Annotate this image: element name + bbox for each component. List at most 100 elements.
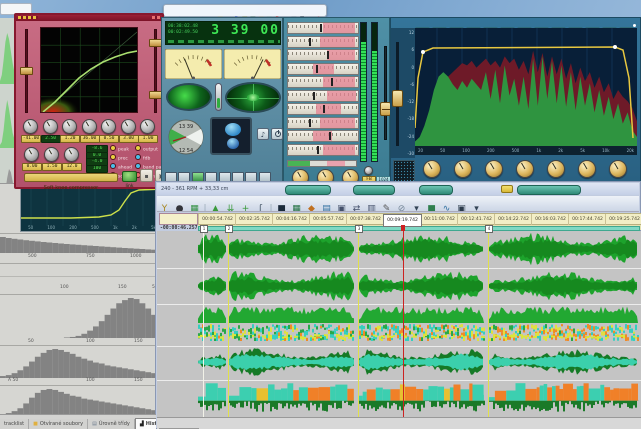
timeline-ruler[interactable]: 00:00:54.74200:02:35.74200:04:16.74200:0… <box>198 213 641 225</box>
eq-fader-handle[interactable] <box>392 90 403 107</box>
playhead[interactable] <box>403 231 404 417</box>
master-fader-track[interactable] <box>384 46 387 140</box>
mute-icon[interactable]: ⊘ <box>394 202 409 212</box>
slider-pointer[interactable] <box>309 119 311 127</box>
eq-knob[interactable] <box>547 160 565 178</box>
edit-icon[interactable]: ✎ <box>379 202 394 212</box>
eq-knob[interactable] <box>609 160 627 178</box>
slider-pointer[interactable] <box>316 65 318 73</box>
timeline-timestamp[interactable]: 00:04:16.742 <box>272 214 310 225</box>
band-slider[interactable] <box>287 103 359 115</box>
dropdown-caret-icon[interactable]: ▾ <box>469 202 484 212</box>
import-icon[interactable]: ▲ <box>208 202 223 212</box>
waveform-track-3[interactable] <box>157 305 641 341</box>
compressor-knob[interactable] <box>62 119 77 134</box>
display-icon[interactable]: ■ <box>274 202 289 212</box>
waveform-track-4[interactable] <box>157 347 641 377</box>
editor-titlebar[interactable]: 240 - 361 RPM + 33,33 cm <box>157 183 639 195</box>
waveform-track-1[interactable] <box>157 231 641 267</box>
compressor-titlebar[interactable] <box>16 15 162 21</box>
slider-pointer[interactable] <box>331 78 333 86</box>
compressor-knob[interactable] <box>82 119 97 134</box>
eq-knob[interactable] <box>423 160 441 178</box>
compressor-knob[interactable] <box>101 119 116 134</box>
compressor-knob[interactable] <box>121 119 136 134</box>
level-pill[interactable] <box>215 83 222 111</box>
band-slider[interactable] <box>287 49 359 61</box>
playhead-marker[interactable] <box>401 225 405 231</box>
timeline-marker[interactable]: 4 <box>485 225 493 233</box>
integral-tool-icon[interactable]: ʃ <box>253 202 268 212</box>
waveform-view-icon[interactable]: ▦ <box>289 202 304 212</box>
radio-option[interactable]: peak <box>110 145 132 154</box>
add-icon[interactable]: + <box>238 202 253 212</box>
clock-knob[interactable]: 13 3912 54 <box>167 118 205 156</box>
editor-button-1[interactable] <box>285 185 331 195</box>
panel-tab-otv-ran-soubory[interactable]: ■Otvírané soubory <box>29 419 88 429</box>
slider-pointer[interactable] <box>327 51 329 59</box>
close-icon[interactable] <box>152 16 160 19</box>
eq-knob[interactable] <box>578 160 596 178</box>
grid-view-icon[interactable]: ▦ <box>187 202 202 212</box>
track-area[interactable] <box>157 231 641 417</box>
timeline-timestamp[interactable]: 00:16:03.742 <box>531 214 569 225</box>
timeline-timestamp[interactable]: 00:17:44.742 <box>568 214 606 225</box>
record-icon[interactable]: ● <box>172 202 187 212</box>
preset-name-bar[interactable]: Soft knee compressor <box>24 173 118 182</box>
slider-pointer[interactable] <box>323 105 325 113</box>
mini-knob[interactable] <box>364 166 373 175</box>
timeline-timestamp[interactable]: 00:12:41.742 <box>457 214 495 225</box>
input-slider-handle[interactable] <box>20 67 33 75</box>
fork-tool-icon[interactable]: Y <box>157 202 172 212</box>
block-icon[interactable]: ■ <box>424 202 439 212</box>
compressor-knob[interactable] <box>64 147 79 162</box>
band-slider[interactable] <box>287 90 359 102</box>
spectrum-analyzer[interactable] <box>415 28 637 146</box>
eq-knob[interactable] <box>454 160 472 178</box>
timeline-marker[interactable]: 1 <box>200 225 208 233</box>
copy-icon[interactable]: ▣ <box>334 202 349 212</box>
timeline-timestamp[interactable]: 00:02:35.742 <box>235 214 273 225</box>
link-button[interactable]: link <box>122 171 137 182</box>
table-icon[interactable]: ▤ <box>319 202 334 212</box>
band-slider[interactable] <box>287 22 359 34</box>
radio-option[interactable]: prec <box>110 154 132 163</box>
panel-tab-histogram[interactable]: ▟Histogram <box>135 418 156 429</box>
panel-icon[interactable]: ▣ <box>454 202 469 212</box>
slider-pointer[interactable] <box>309 38 311 46</box>
slider-pointer[interactable] <box>329 132 331 140</box>
panel-tab-tracklist[interactable]: tracklist <box>0 419 29 429</box>
export-icon[interactable]: ⇊ <box>223 202 238 212</box>
timeline-timestamp[interactable]: 00:05:57.742 <box>309 214 347 225</box>
compressor-knob[interactable] <box>23 119 38 134</box>
compressor-knob[interactable] <box>140 119 155 134</box>
timeline-timestamp[interactable]: 00:11:00.742 <box>420 214 458 225</box>
slider-pointer[interactable] <box>313 92 315 100</box>
panel-tab--rovn-t-dy[interactable]: ▤Úrovně třídy <box>88 419 135 429</box>
compressor-knob[interactable] <box>24 147 39 162</box>
editor-button-3[interactable] <box>419 185 453 195</box>
slider-pointer[interactable] <box>320 24 322 32</box>
timeline-marker[interactable]: 3 <box>355 225 363 233</box>
band-slider[interactable] <box>287 144 359 156</box>
preset-save-button[interactable]: ▪ <box>140 169 153 182</box>
eq-knob[interactable] <box>485 160 503 178</box>
timeline-timestamp[interactable]: 00:19:25.742 <box>605 214 641 225</box>
monitor-button[interactable]: ♪ <box>257 128 269 140</box>
dropdown-caret-icon[interactable]: ▾ <box>409 202 424 212</box>
band-slider[interactable] <box>287 130 359 142</box>
timeline-timestamp[interactable]: 00:07:38.742 <box>346 214 384 225</box>
timeline-timestamp[interactable]: 00:00:54.742 <box>198 214 236 225</box>
editor-button-4[interactable] <box>517 185 581 195</box>
band-slider[interactable] <box>287 63 359 75</box>
band-slider[interactable] <box>287 117 359 129</box>
timeline-timestamp[interactable]: 00:14:22.742 <box>494 214 532 225</box>
eq-knob[interactable] <box>516 160 534 178</box>
marker-icon[interactable]: ◆ <box>304 202 319 212</box>
compressor-knob[interactable] <box>44 147 59 162</box>
band-slider[interactable] <box>287 36 359 48</box>
swap-icon[interactable]: ⇄ <box>349 202 364 212</box>
slider-pointer[interactable] <box>317 146 319 154</box>
signal-icon[interactable]: ∿ <box>439 202 454 212</box>
waveform-track-5[interactable] <box>157 381 641 415</box>
